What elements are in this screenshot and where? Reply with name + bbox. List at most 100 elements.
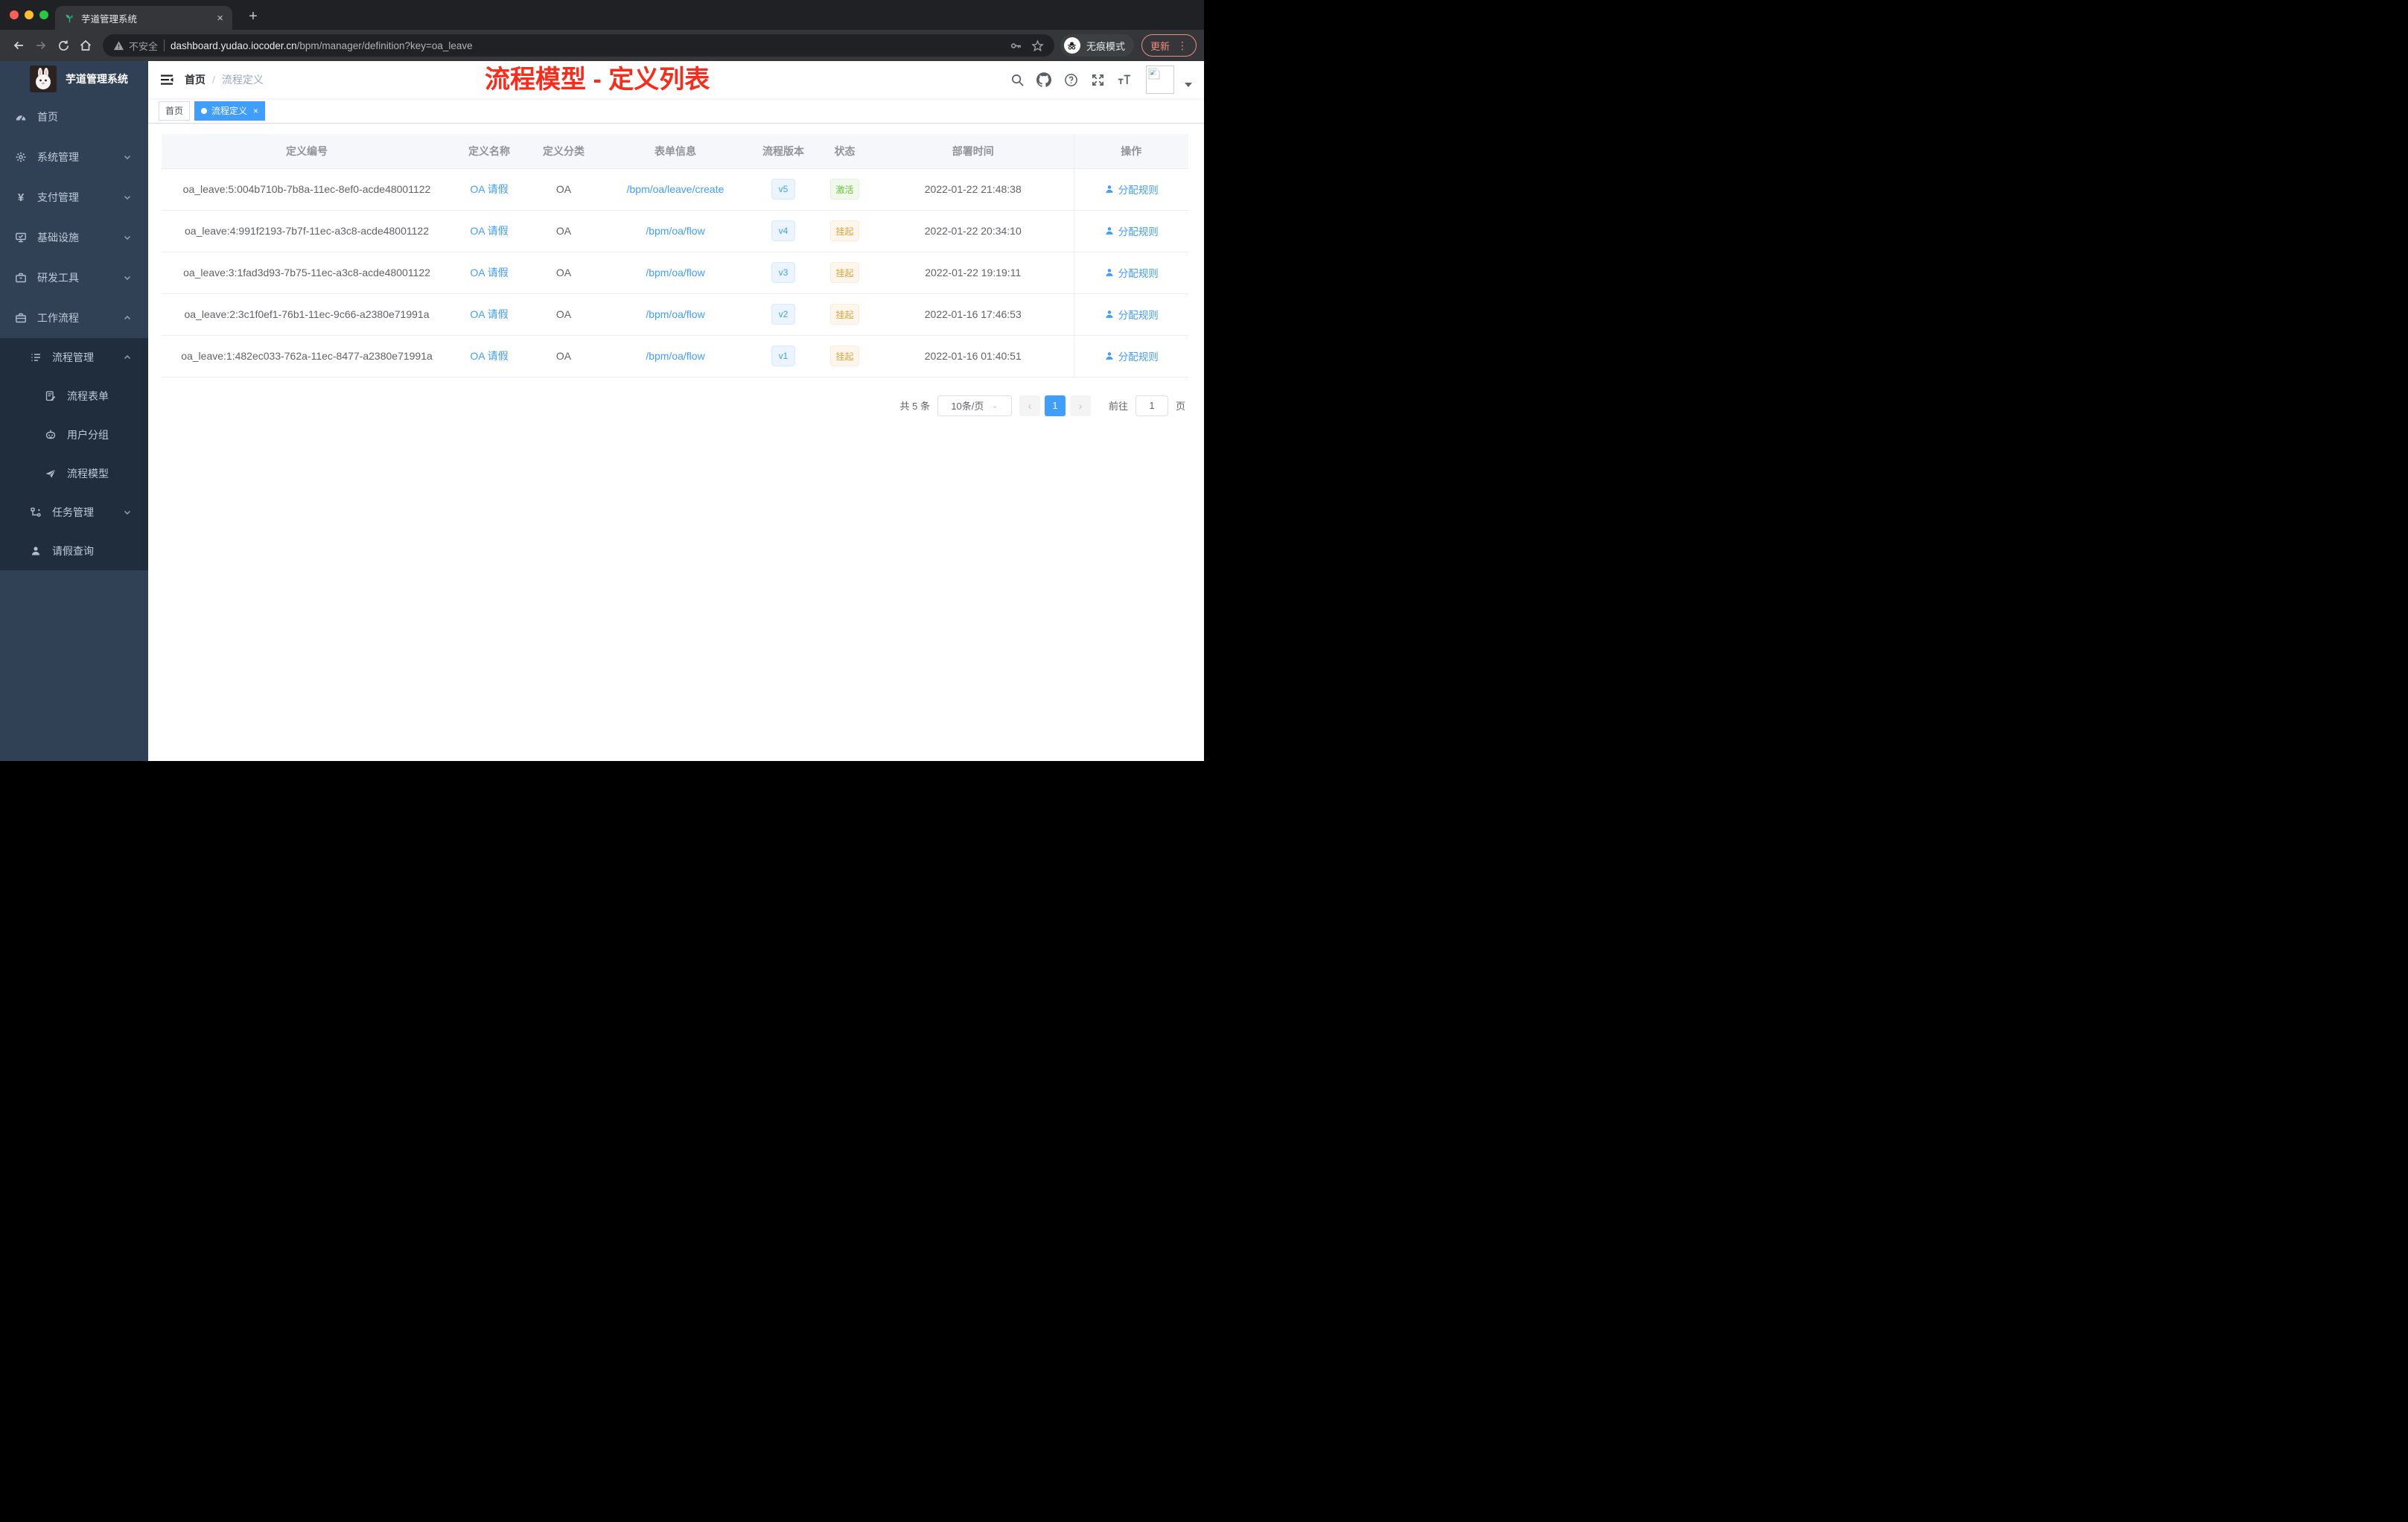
sidebar-item-process-manage[interactable]: 流程管理 [0,338,148,377]
form-info-link[interactable]: /bpm/oa/flow [646,350,704,362]
tag-label: 流程定义 [211,106,248,116]
logo-rabbit-avatar [30,66,57,92]
assign-rule-button[interactable]: 分配规则 [1104,182,1159,197]
home-icon[interactable] [74,34,97,57]
pagination-total: 共 5 条 [899,401,930,412]
sidebar-item-workflow[interactable]: 工作流程 [0,298,148,338]
user-group-icon [45,429,57,441]
help-icon[interactable] [1061,70,1080,89]
user-icon [1106,352,1113,360]
dashboard-icon [15,111,27,123]
definition-name-link[interactable]: OA 请假 [470,183,508,195]
zoom-window-button[interactable] [39,10,48,19]
page-number-current[interactable]: 1 [1044,395,1066,416]
browser-menu-icon[interactable]: ⋮ [1177,39,1188,52]
breadcrumb-home[interactable]: 首页 [185,72,206,87]
version-badge: v3 [771,262,796,283]
traffic-lights [10,10,48,19]
page-size-select[interactable]: 10条/页 ⌄ [937,395,1012,416]
broken-image-icon [1148,68,1160,80]
browser-tab[interactable]: 芋道管理系统 × [55,6,232,30]
col-definition-category: 定义分类 [526,134,601,169]
prev-page-button[interactable]: ‹ [1019,395,1040,416]
table-header-row: 定义编号 定义名称 定义分类 表单信息 流程版本 状态 部署时间 操作 [162,134,1188,169]
url-text[interactable]: dashboard.yudao.iocoder.cn/bpm/manager/d… [171,40,1004,51]
table-row: oa_leave:5:004b710b-7b8a-11ec-8ef0-acde4… [162,168,1188,211]
tab-close-icon[interactable]: × [217,12,223,25]
sidebar-item-user-group[interactable]: 用户分组 [0,415,148,454]
sidebar-item-payment[interactable]: ¥ 支付管理 [0,177,148,217]
tag-home[interactable]: 首页 [159,101,191,121]
favicon-sprout-icon [64,13,75,24]
assign-rule-button[interactable]: 分配规则 [1104,265,1159,280]
security-warning[interactable]: 不安全 [113,39,158,53]
browser-tabstrip: 芋道管理系统 × + [0,0,1204,30]
table-row: oa_leave:4:991f2193-7b7f-11ec-a3c8-acde4… [162,210,1188,252]
goto-page-input[interactable] [1135,395,1168,416]
form-info-link[interactable]: /bpm/oa/leave/create [627,183,724,195]
avatar[interactable] [1146,66,1174,94]
incognito-label: 无痕模式 [1086,40,1125,52]
definition-name-link[interactable]: OA 请假 [470,350,508,362]
search-icon[interactable] [1007,70,1027,89]
fullscreen-icon[interactable] [1088,70,1107,89]
assign-rule-button[interactable]: 分配规则 [1104,307,1159,322]
sidebar-item-leave-query[interactable]: 请假查询 [0,532,148,570]
breadcrumb-separator: / [212,74,215,86]
forward-icon[interactable] [30,34,52,57]
tab-title: 芋道管理系统 [81,13,138,25]
update-button[interactable]: 更新 ⋮ [1141,34,1197,57]
minimize-window-button[interactable] [25,10,34,19]
reload-icon[interactable] [52,34,74,57]
definition-category: OA [526,252,601,294]
sidebar-item-label: 系统管理 [37,151,79,163]
sidebar-logo[interactable]: 芋道管理系统 [0,61,148,97]
sidebar-item-infrastructure[interactable]: 基础设施 [0,217,148,258]
col-definition-id: 定义编号 [162,134,452,169]
sidebar-item-label: 流程模型 [67,468,109,480]
definition-name-link[interactable]: OA 请假 [470,225,508,237]
definition-table: 定义编号 定义名称 定义分类 表单信息 流程版本 状态 部署时间 操作 oa_l [162,134,1188,378]
gear-icon [15,151,27,163]
new-tab-button[interactable]: + [243,6,264,27]
avatar-caret-icon[interactable] [1185,83,1192,87]
tag-process-definition[interactable]: 流程定义 × [194,101,266,121]
tag-close-icon[interactable]: × [253,106,258,116]
assign-rule-button[interactable]: 分配规则 [1104,223,1159,238]
active-tag-dot [201,107,208,114]
sidebar-item-process-model[interactable]: 流程模型 [0,454,148,493]
sidebar-collapse-icon[interactable] [155,68,179,92]
form-info-link[interactable]: /bpm/oa/flow [646,225,704,237]
close-window-button[interactable] [10,10,19,19]
version-badge: v5 [771,179,796,200]
form-info-link[interactable]: /bpm/oa/flow [646,267,704,278]
url-bar[interactable]: 不安全 dashboard.yudao.iocoder.cn/bpm/manag… [103,34,1054,57]
paper-plane-icon [45,468,57,480]
definition-name-link[interactable]: OA 请假 [470,308,508,320]
chevron-down-icon [123,233,132,242]
sidebar-item-label: 请假查询 [52,545,94,557]
sidebar-item-system[interactable]: 系统管理 [0,137,148,177]
chevron-down-icon [123,153,132,162]
back-icon[interactable] [7,34,30,57]
form-info-link[interactable]: /bpm/oa/flow [646,308,704,320]
sidebar-item-process-form[interactable]: 流程表单 [0,377,148,415]
github-icon[interactable] [1034,70,1054,89]
next-page-button[interactable]: › [1069,395,1091,416]
sidebar-item-label: 研发工具 [37,272,79,284]
sidebar-item-home[interactable]: 首页 [0,97,148,137]
definition-id: oa_leave:1:482ec033-762a-11ec-8477-a2380… [162,335,452,378]
task-manage-icon [30,506,42,518]
assign-rule-button[interactable]: 分配规则 [1104,348,1159,363]
table-row: oa_leave:1:482ec033-762a-11ec-8477-a2380… [162,335,1188,378]
sidebar-item-task-manage[interactable]: 任务管理 [0,493,148,532]
definition-category: OA [526,335,601,378]
col-status: 状态 [817,134,873,169]
tag-label: 首页 [165,106,184,116]
font-size-icon[interactable] [1115,70,1134,89]
bookmark-star-icon[interactable] [1031,39,1044,52]
sidebar-item-dev-tools[interactable]: 研发工具 [0,258,148,298]
key-icon[interactable] [1010,39,1022,52]
definition-name-link[interactable]: OA 请假 [470,267,508,278]
deploy-time: 2022-01-16 01:40:51 [873,335,1074,378]
